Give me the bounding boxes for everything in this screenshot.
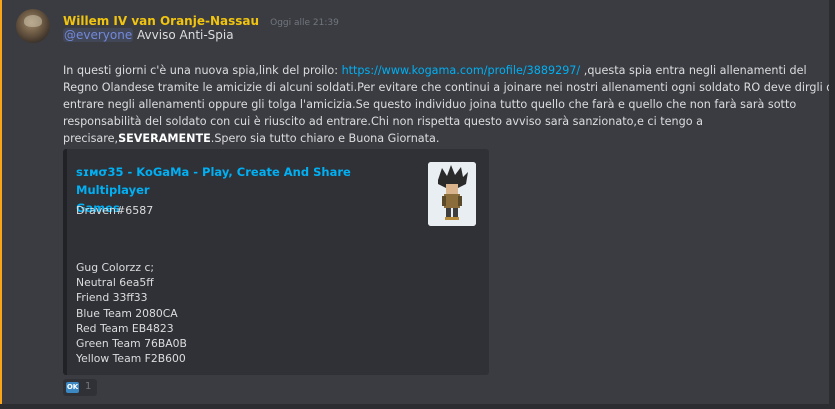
message-text: ,questa spia entra negli allenamenti del xyxy=(580,64,807,77)
message-line: entrare negli allenamenti oppure gli tol… xyxy=(63,98,797,111)
notice-title: Avviso Anti-Spia xyxy=(133,28,234,42)
embed-desc-line: Neutral 6ea5ff xyxy=(76,276,154,290)
message-line: In questi giorni c'è una nuova spia,link… xyxy=(63,62,835,79)
ok-emoji-icon: OK xyxy=(66,382,79,393)
embed-desc-line: Yellow Team F2B600 xyxy=(76,352,186,366)
timestamp: Oggi alle 21:39 xyxy=(270,18,339,28)
embed-description: Gug Colorzz c; Neutral 6ea5ff Friend 33f… xyxy=(76,260,187,366)
profile-link[interactable]: https://www.kogama.com/profile/3889297/ xyxy=(342,64,581,77)
message-text: .Spero sia tutto chiaro e Buona Giornata… xyxy=(210,132,440,145)
avatar-figure-icon xyxy=(428,162,476,226)
message-text: In questi giorni c'è una nuova spia,link… xyxy=(63,64,342,77)
message-header: Willem IV van Oranje-Nassau Oggi alle 21… xyxy=(63,10,339,28)
embed-desc-line: Gug Colorzz c; xyxy=(76,261,155,274)
bottom-edge xyxy=(0,404,835,409)
message-container: Willem IV van Oranje-Nassau Oggi alle 21… xyxy=(0,0,835,409)
reaction-button[interactable]: OK 1 xyxy=(63,379,97,396)
embed-desc-line: Red Team EB4823 xyxy=(76,321,174,335)
embed-desc-line: Friend 33ff33 xyxy=(76,291,148,305)
embed-thumbnail[interactable] xyxy=(428,162,476,226)
bold-text: SEVERAMENTE xyxy=(118,132,211,145)
mention-line: @everyone Avviso Anti-Spia xyxy=(63,28,234,42)
message-text: precisare, xyxy=(63,132,119,145)
avatar[interactable] xyxy=(16,9,50,43)
embed-desc-line: Green Team 76BA0B xyxy=(76,337,187,351)
embed-desc-line: Blue Team 2080CA xyxy=(76,306,178,320)
everyone-mention[interactable]: @everyone xyxy=(63,28,134,42)
embed-author: Draven#6587 xyxy=(76,204,154,217)
link-embed: ꜱɪᴍσ35 - KoGaMa - Play, Create And Share… xyxy=(63,149,489,375)
scroll-edge xyxy=(829,0,835,409)
reaction-count: 1 xyxy=(85,381,92,392)
author-name[interactable]: Willem IV van Oranje-Nassau xyxy=(63,14,259,28)
message-line: precisare,SEVERAMENTE.Spero sia tutto ch… xyxy=(63,130,835,147)
message-line: Regno Olandese tramite le amicizie di al… xyxy=(63,81,835,94)
message-body: In questi giorni c'è una nuova spia,link… xyxy=(63,62,835,147)
message-line: responsabilità del soldato con cui è riu… xyxy=(63,115,703,128)
embed-title-line[interactable]: ꜱɪᴍσ35 - KoGaMa - Play, Create And Share… xyxy=(76,163,411,199)
